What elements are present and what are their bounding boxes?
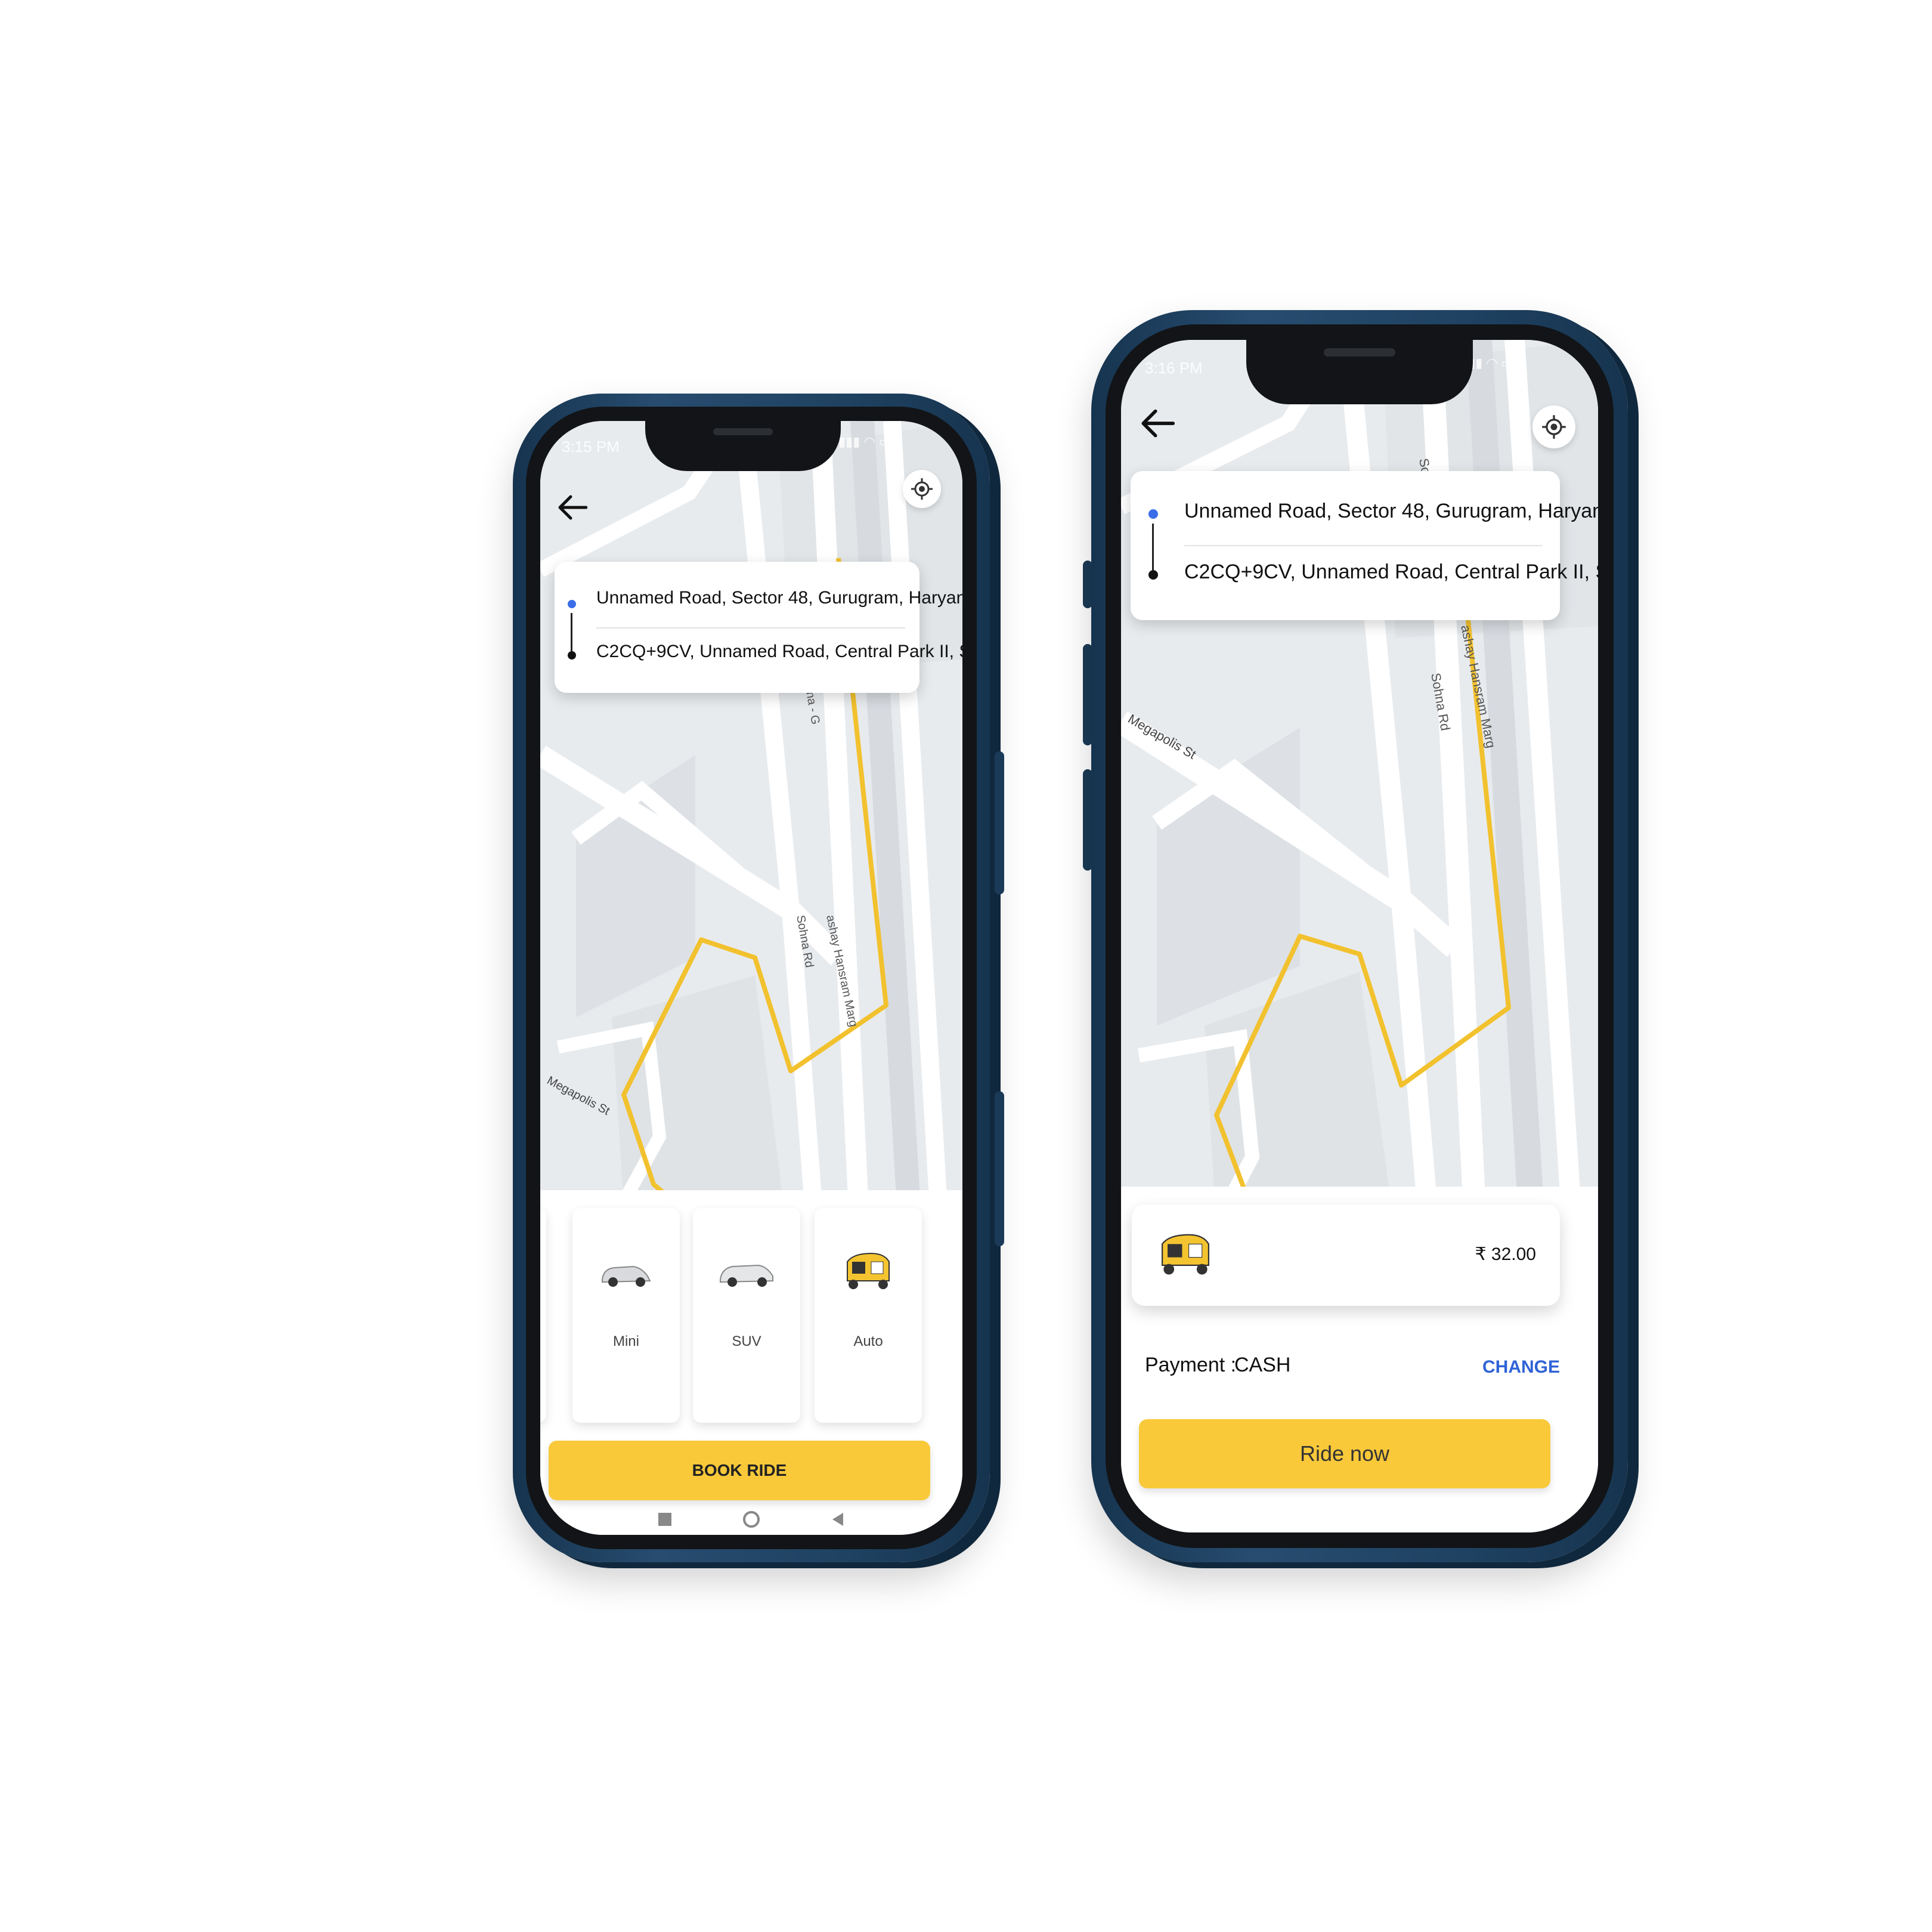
- drop-dot: [1148, 570, 1158, 580]
- status-time: 3:15 PM: [562, 438, 620, 456]
- locate-button[interactable]: [1532, 405, 1575, 448]
- arrow-left-icon: [558, 495, 587, 520]
- camera-notch: [1246, 340, 1473, 404]
- pickup-address[interactable]: Unnamed Road, Sector 48, Gurugram, Harya…: [1184, 500, 1598, 523]
- drop-address[interactable]: C2CQ+9CV, Unnamed Road, Central Park II,…: [596, 642, 962, 662]
- android-navbar: [540, 1505, 962, 1534]
- ride-now-button[interactable]: Ride now: [1139, 1419, 1550, 1488]
- triangle-back-icon[interactable]: [831, 1512, 844, 1527]
- drop-dot: [568, 651, 576, 660]
- drop-address[interactable]: C2CQ+9CV, Unnamed Road, Central Park II,…: [1184, 561, 1598, 584]
- payment-label: Payment :: [1145, 1354, 1237, 1376]
- battery-icon: ▭: [878, 434, 891, 449]
- arrow-left-icon: [1141, 409, 1175, 438]
- signal-icon: ▮▮▮: [838, 434, 860, 449]
- car-suv-icon: [720, 1264, 773, 1287]
- vehicle-card-suv[interactable]: SUV: [693, 1208, 800, 1423]
- vehicle-card-auto[interactable]: Auto: [815, 1208, 922, 1423]
- car-mini-icon: [602, 1265, 651, 1287]
- change-payment-link[interactable]: CHANGE: [1482, 1357, 1560, 1377]
- auto-rickshaw-icon: [1162, 1234, 1209, 1275]
- wifi-icon: ◠: [863, 434, 879, 449]
- vehicle-label-mini: Mini: [612, 1333, 639, 1349]
- circle-home-icon[interactable]: [743, 1511, 760, 1528]
- pickup-dot: [568, 600, 576, 608]
- speaker-grill: [713, 428, 773, 435]
- vehicle-label-suv: SUV: [732, 1333, 761, 1349]
- book-ride-label: BOOK RIDE: [692, 1461, 787, 1479]
- vehicle-sheet: Mini SUV Auto BOOK RIDE: [540, 1190, 962, 1535]
- side-button: [995, 1091, 1004, 1246]
- speaker-grill: [1324, 348, 1395, 357]
- fare-card[interactable]: ₹ 32.00: [1132, 1205, 1560, 1306]
- pickup-dot: [1148, 509, 1158, 519]
- auto-rickshaw-icon: [847, 1252, 890, 1289]
- right-phone: Sohna - G Sohna Rd ashay Hansram Marg Me…: [1083, 310, 1628, 1562]
- route-connector: [1152, 524, 1154, 570]
- fare-amount: ₹ 32.00: [1475, 1244, 1537, 1264]
- pickup-address[interactable]: Unnamed Road, Sector 48, Gurugram, Harya…: [596, 588, 962, 608]
- locate-button[interactable]: [903, 470, 941, 508]
- book-ride-button[interactable]: BOOK RIDE: [549, 1441, 930, 1500]
- vehicle-card-mini[interactable]: Mini: [572, 1208, 680, 1423]
- left-screen: Sohna - G Sohna Rd ashay Hansram Marg Me…: [540, 421, 962, 1535]
- vehicle-label-auto: Auto: [853, 1333, 883, 1349]
- square-recent-icon[interactable]: [658, 1513, 671, 1526]
- route-connector: [571, 613, 572, 651]
- crosshair-icon: [911, 478, 933, 500]
- payment-value: CASH: [1234, 1354, 1291, 1376]
- camera-notch: [645, 421, 841, 471]
- power-button: [995, 751, 1004, 894]
- ride-sheet: ₹ 32.00 Payment : CASH CHANGE Ride now: [1121, 1187, 1598, 1532]
- address-card: Unnamed Road, Sector 48, Gurugram, Harya…: [555, 562, 962, 693]
- status-time: 3:16 PM: [1145, 359, 1203, 377]
- crosshair-icon: [1542, 415, 1566, 439]
- back-button[interactable]: [1133, 400, 1181, 447]
- address-card: Unnamed Road, Sector 48, Gurugram, Harya…: [1131, 471, 1598, 620]
- status-icons: ▮▮▮ ◠ ▭: [838, 434, 891, 450]
- back-button[interactable]: [551, 487, 593, 528]
- address-divider: [596, 627, 905, 628]
- left-phone: Sohna - G Sohna Rd ashay Hansram Marg Me…: [513, 394, 1004, 1562]
- right-screen: Sohna - G Sohna Rd ashay Hansram Marg Me…: [1121, 340, 1598, 1532]
- ride-now-label: Ride now: [1299, 1441, 1390, 1466]
- wifi-icon: ◠: [1486, 355, 1501, 370]
- vehicle-card-partial[interactable]: [540, 1208, 546, 1423]
- battery-icon: ▭: [1501, 355, 1514, 370]
- address-divider: [1184, 545, 1542, 546]
